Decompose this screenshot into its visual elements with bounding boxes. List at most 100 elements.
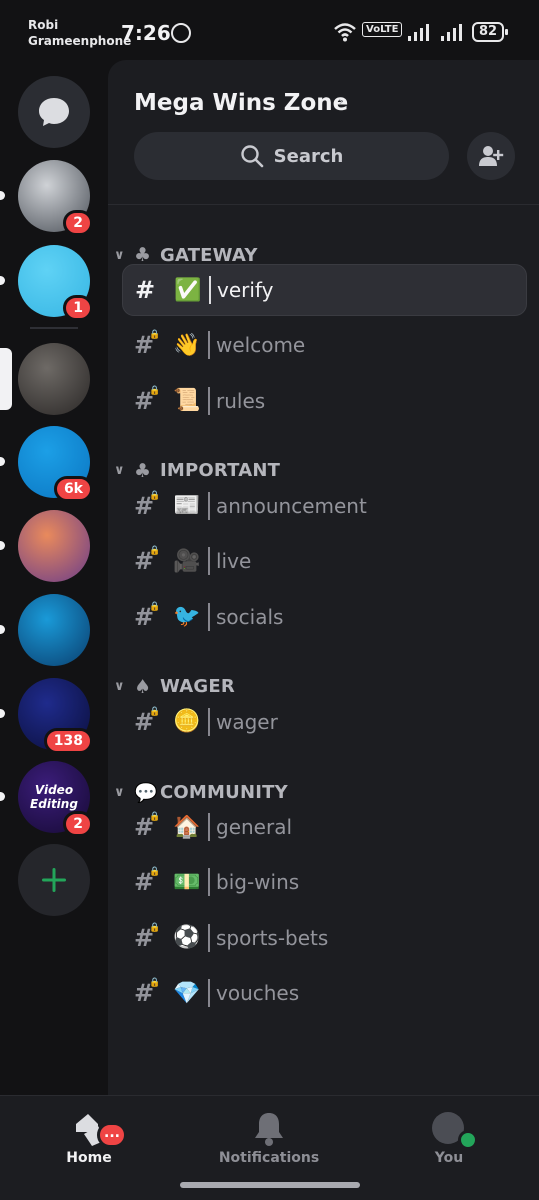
channel-verify[interactable]: # ✅ verify [122, 264, 527, 316]
channel-separator [208, 602, 210, 631]
category-label: IMPORTANT [160, 460, 281, 482]
mention-badge: 2 [63, 811, 93, 837]
unread-indicator [0, 457, 5, 466]
volte-indicator: VoLTE [362, 22, 403, 37]
server-avatar [18, 510, 90, 582]
header-divider [108, 204, 539, 205]
nav-home[interactable]: ... Home [29, 1110, 149, 1166]
channel-vouches[interactable]: # 🔒 💎 vouches [122, 967, 527, 1019]
nav-you[interactable]: You [389, 1110, 509, 1166]
channel-rules[interactable]: # 🔒 📜 rules [122, 375, 527, 427]
channel-name: big-wins [216, 870, 300, 895]
channel-separator [208, 979, 210, 1007]
gesture-bar[interactable] [180, 1182, 360, 1188]
carrier-line-1: Robi [28, 18, 59, 32]
channel-sports-bets[interactable]: # 🔒 ⚽ sports-bets [122, 912, 527, 964]
wifi-icon [334, 23, 356, 42]
category-label: COMMUNITY [160, 781, 288, 803]
channel-separator [208, 386, 210, 415]
server-name[interactable]: Mega Wins Zone [134, 90, 348, 116]
channel-welcome[interactable]: # 🔒 👋 welcome [122, 319, 527, 371]
server-icon-2[interactable]: 1 [0, 245, 93, 321]
bell-icon [209, 1110, 329, 1150]
category-label: WAGER [160, 676, 235, 698]
locked-channel-icon: # 🔒 [134, 978, 161, 1007]
server-icon-5[interactable] [0, 510, 90, 582]
unread-indicator [0, 276, 5, 285]
channel-socials[interactable]: # 🔒 🐦 socials [122, 591, 527, 643]
channel-emoji: ✅ [174, 277, 202, 303]
channel-announcement[interactable]: # 🔒 📰 announcement [122, 480, 527, 532]
invite-members-button[interactable] [467, 132, 515, 180]
server-icon-4[interactable]: 6k [0, 426, 93, 502]
channel-name: announcement [216, 493, 367, 518]
server-icon-6[interactable] [0, 594, 90, 666]
channel-separator [208, 331, 210, 360]
server-icon-7[interactable]: 138 [0, 678, 93, 754]
chevron-down-icon: ∨ [114, 247, 125, 263]
server-icon-3[interactable] [0, 343, 90, 415]
signal-icon [441, 24, 462, 41]
server-avatar [18, 594, 90, 666]
server-icon-8[interactable]: Video Editing 2 [0, 761, 93, 837]
notifications-label: Notifications [218, 1150, 320, 1166]
carrier-line-2: Grameenphone [28, 34, 132, 48]
channel-name: general [216, 815, 293, 840]
plus-icon [42, 868, 66, 892]
search-label: Search [273, 145, 344, 167]
channel-separator [208, 491, 210, 520]
category-icon: ♣ [134, 459, 152, 482]
locked-channel-icon: # 🔒 [134, 385, 161, 415]
nav-notifications[interactable]: Notifications [209, 1110, 329, 1166]
mention-badge: 1 [63, 295, 93, 321]
server-rail: 2 1 6k 138 Video Editing 2 [0, 60, 108, 1095]
category-label: GATEWAY [160, 244, 258, 266]
unread-indicator [0, 191, 5, 200]
direct-messages-button[interactable] [18, 76, 90, 148]
unread-indicator [0, 792, 5, 801]
signal-icon [408, 24, 429, 41]
chevron-right-icon[interactable]: › [338, 94, 344, 110]
mention-badge: 6k [53, 476, 93, 502]
locked-channel-icon: # 🔒 [134, 546, 161, 576]
channel-separator [208, 707, 210, 736]
locked-channel-icon: # 🔒 [134, 922, 161, 952]
clock: 7:26 [121, 21, 171, 45]
search-button[interactable]: Search [134, 132, 449, 180]
channel-wager[interactable]: # 🔒 🪙 wager [122, 696, 527, 748]
channel-general[interactable]: # 🔒 🏠 general [122, 801, 527, 853]
unread-indicator [0, 541, 5, 550]
channel-emoji: 💎 [173, 980, 201, 1006]
channel-emoji: 💵 [173, 869, 201, 895]
battery-indicator: 82 [472, 22, 508, 42]
server-icon-1[interactable]: 2 [0, 160, 93, 236]
channel-emoji: 🏠 [173, 814, 201, 840]
channel-name: socials [216, 604, 284, 629]
chat-bubble-icon [39, 98, 69, 126]
chevron-down-icon: ∨ [114, 463, 125, 479]
unread-indicator [0, 625, 5, 634]
channel-name: wager [216, 709, 278, 734]
hashtag-icon: # [135, 276, 156, 304]
chevron-down-icon: ∨ [114, 679, 125, 695]
channel-live[interactable]: # 🔒 🎥 live [122, 535, 527, 587]
home-icon: ... [29, 1110, 149, 1150]
channel-big-wins[interactable]: # 🔒 💵 big-wins [122, 856, 527, 908]
locked-channel-icon: # 🔒 [134, 706, 161, 736]
add-server-button[interactable] [18, 844, 90, 916]
whatsapp-icon [171, 23, 191, 43]
locked-channel-icon: # 🔒 [134, 490, 161, 520]
channel-emoji: 👋 [173, 332, 201, 358]
channel-name: vouches [216, 981, 300, 1005]
home-label: Home [66, 1150, 112, 1166]
server-avatar [18, 343, 90, 415]
channel-separator [208, 547, 210, 576]
channel-name: rules [216, 388, 266, 413]
server-logo-text: Video Editing [30, 783, 78, 811]
search-icon [240, 145, 263, 168]
mention-badge: 138 [43, 728, 93, 754]
channel-separator [208, 923, 210, 952]
carrier-label: Robi Grameenphone [28, 17, 131, 49]
avatar [389, 1110, 509, 1150]
home-badge: ... [97, 1122, 127, 1148]
